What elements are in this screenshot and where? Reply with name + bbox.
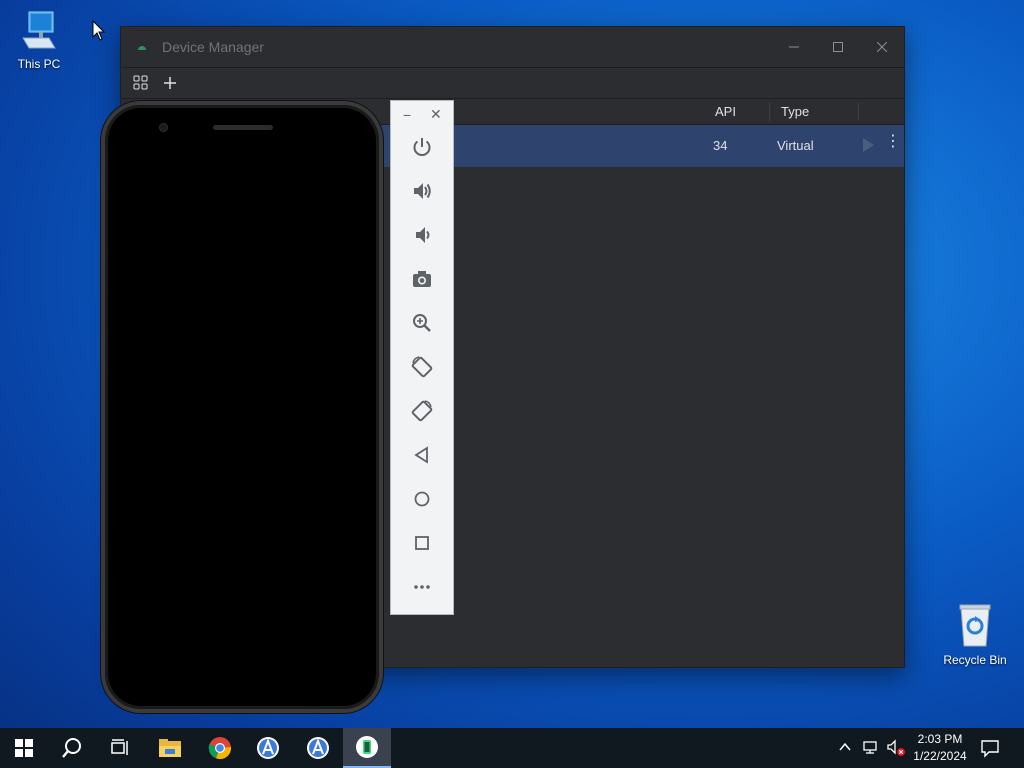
phone-camera — [159, 123, 168, 132]
window-title: Device Manager — [162, 39, 264, 55]
phone-speaker — [213, 125, 273, 130]
camera-icon — [413, 271, 431, 287]
file-explorer-button[interactable] — [146, 728, 194, 768]
volume-up-button[interactable] — [408, 177, 436, 205]
more-actions-icon[interactable]: ⋮ — [885, 134, 901, 150]
home-icon — [414, 491, 430, 507]
rotate-right-button[interactable] — [408, 397, 436, 425]
clock-date: 1/22/2024 — [913, 749, 967, 763]
recycle-bin-icon — [959, 604, 991, 647]
maximize-button[interactable] — [816, 27, 860, 67]
volume-muted-icon[interactable] — [886, 739, 906, 757]
device-manager-toolbar — [121, 67, 904, 99]
volume-down-icon — [416, 227, 430, 243]
android-studio-button[interactable] — [244, 728, 292, 768]
emulator-toolbar: − ✕ — [390, 100, 454, 615]
back-button[interactable] — [408, 441, 436, 469]
emulator-close-button[interactable]: ✕ — [430, 106, 442, 123]
zoom-icon — [413, 314, 431, 332]
device-api-level: 34 — [713, 138, 728, 153]
emulator-minimize-button[interactable]: − — [403, 107, 411, 123]
android-studio-button-2[interactable] — [294, 728, 342, 768]
search-button[interactable] — [48, 728, 96, 768]
file-explorer-icon — [159, 739, 181, 757]
chrome-button[interactable] — [196, 728, 244, 768]
start-button[interactable] — [0, 728, 48, 768]
close-button[interactable] — [860, 27, 904, 67]
this-pc-icon — [22, 11, 56, 49]
more-button[interactable] — [408, 573, 436, 601]
overview-icon — [415, 536, 429, 550]
task-view-icon — [111, 739, 128, 755]
column-divider — [858, 103, 859, 121]
column-header-type[interactable]: Type — [781, 104, 809, 119]
add-device-icon[interactable] — [163, 76, 177, 90]
overview-button[interactable] — [408, 529, 436, 557]
power-button[interactable] — [408, 133, 436, 161]
minimize-icon — [789, 46, 799, 48]
system-clock[interactable]: 2:03 PM 1/22/2024 — [906, 731, 974, 765]
volume-down-button[interactable] — [408, 221, 436, 249]
screenshot-button[interactable] — [408, 265, 436, 293]
start-icon — [15, 739, 33, 757]
show-hidden-icons-icon[interactable] — [838, 740, 852, 754]
desktop-icon-recycle-bin[interactable]: Recycle Bin — [940, 602, 1010, 667]
back-icon — [414, 446, 428, 464]
android-studio-icon — [307, 737, 329, 759]
android-studio-icon — [257, 737, 279, 759]
rotate-right-icon — [411, 400, 433, 422]
recycle-bin-label: Recycle Bin — [943, 653, 1007, 667]
search-icon — [62, 738, 81, 758]
more-icon — [414, 585, 430, 589]
home-button[interactable] — [408, 485, 436, 513]
column-divider — [769, 103, 770, 121]
clock-time: 2:03 PM — [917, 732, 963, 746]
rotate-left-icon — [411, 356, 433, 378]
maximize-icon — [833, 42, 843, 52]
volume-up-icon — [414, 183, 431, 199]
notification-icon[interactable] — [980, 738, 1000, 758]
network-icon[interactable] — [862, 740, 880, 756]
emulator-button[interactable] — [343, 728, 391, 768]
close-icon — [877, 42, 887, 52]
device-manager-titlebar[interactable]: Device Manager — [121, 27, 904, 67]
desktop-icon-this-pc[interactable]: This PC — [4, 10, 74, 71]
run-device-icon[interactable] — [863, 138, 874, 152]
zoom-button[interactable] — [408, 309, 436, 337]
taskbar: 2:03 PM 1/22/2024 — [0, 728, 1024, 768]
device-type: Virtual — [777, 138, 814, 153]
android-icon — [138, 46, 146, 50]
minimize-button[interactable] — [772, 27, 816, 67]
device-group-icon[interactable] — [133, 75, 149, 91]
this-pc-label: This PC — [17, 57, 61, 71]
mouse-cursor — [92, 20, 106, 41]
task-view-button[interactable] — [96, 728, 144, 768]
chrome-icon — [208, 737, 232, 760]
rotate-left-button[interactable] — [408, 353, 436, 381]
power-icon — [413, 138, 431, 156]
emulator-icon — [356, 736, 378, 758]
emulator-phone-screen[interactable] — [101, 101, 383, 713]
column-header-api[interactable]: API — [715, 104, 736, 119]
